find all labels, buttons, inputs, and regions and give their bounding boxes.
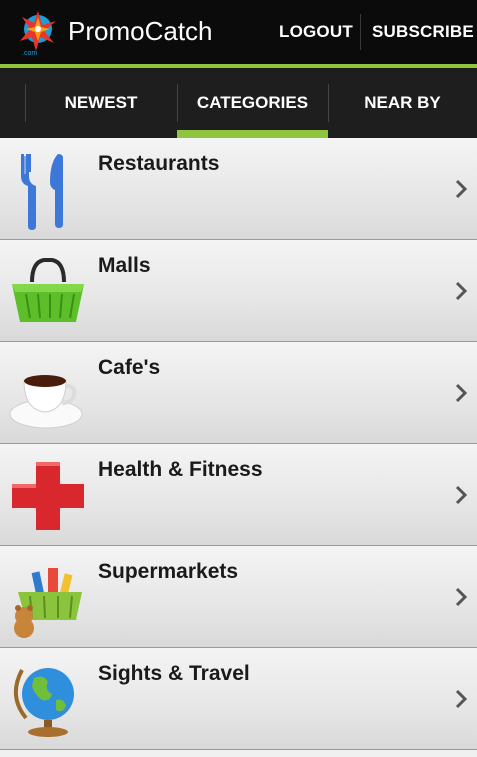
category-item-restaurants[interactable]: Restaurants [0,138,477,240]
chevron-right-icon [455,383,468,403]
selected-tab-indicator [177,130,328,138]
category-label: Supermarkets [98,560,239,583]
category-item-health-fitness[interactable]: Health & Fitness [0,444,477,546]
shopping-basket-icon [12,258,84,322]
subscribe-button[interactable]: SUBSCRIBE [372,0,474,64]
app-title: PromoCatch [68,16,213,46]
tab-categories[interactable]: CATEGORIES [177,68,328,138]
chevron-right-icon [455,485,468,505]
grocery-basket-icon [14,568,82,638]
chevron-right-icon [455,689,468,709]
category-item-supermarkets[interactable]: Supermarkets [0,546,477,648]
action-bar: .com PromoCatch LOGOUT SUBSCRIBE [0,0,477,64]
category-label: Health & Fitness [98,458,263,481]
logo-caption: .com [22,50,37,57]
category-label: Cafe's [98,356,161,379]
tab-near-by[interactable]: NEAR BY [328,68,477,138]
action-divider [360,14,361,50]
category-item-sights-travel[interactable]: Sights & Travel [0,648,477,750]
chevron-right-icon [455,587,468,607]
category-item-malls[interactable]: Malls [0,240,477,342]
category-list: Restaurants Malls Cafe's Health & Fitnes… [0,138,477,750]
red-cross-icon [12,462,84,530]
promocatch-logo-icon[interactable]: .com [14,7,62,57]
tab-newest[interactable]: NEWEST [25,68,177,138]
globe-icon [14,668,74,737]
chevron-right-icon [455,179,468,199]
category-label: Malls [98,254,151,277]
coffee-cup-icon [9,375,83,429]
fork-knife-icon [21,154,63,230]
category-label: Sights & Travel [98,662,250,685]
logout-button[interactable]: LOGOUT [279,0,353,64]
chevron-right-icon [455,281,468,301]
category-label: Restaurants [98,152,220,175]
tab-bar: NEWEST CATEGORIES NEAR BY [0,68,477,138]
category-item-cafes[interactable]: Cafe's [0,342,477,444]
